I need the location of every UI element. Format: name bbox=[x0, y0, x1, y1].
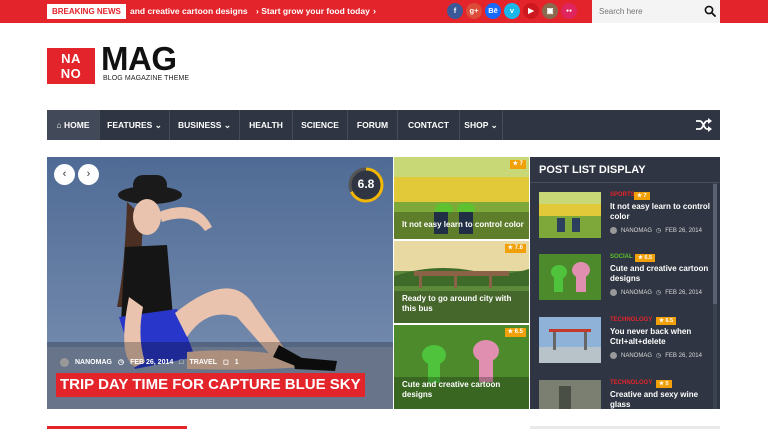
comment-icon: ◻ bbox=[222, 359, 229, 366]
search-icon[interactable] bbox=[704, 5, 716, 17]
ticker-item[interactable]: and creative cartoon designs bbox=[130, 6, 248, 16]
tile-title[interactable]: It not easy learn to control color bbox=[402, 220, 524, 230]
post-title[interactable]: You never back when Ctrl+alt+delete bbox=[610, 327, 720, 347]
featured-meta: NANOMAG ◷ FEB 26, 2014 □ TRAVEL ◻ 1 bbox=[60, 356, 239, 368]
search-box bbox=[592, 0, 720, 23]
author-name[interactable]: NANOMAG bbox=[621, 353, 652, 359]
youtube-icon[interactable]: ▶ bbox=[523, 3, 539, 19]
news-ticker[interactable]: and creative cartoon designs › Start gro… bbox=[130, 4, 376, 19]
post-thumbnail[interactable] bbox=[539, 317, 601, 363]
behance-icon[interactable]: Bē bbox=[485, 3, 501, 19]
main-nav: ⌂ HOME FEATURES ⌄ BUSINESS ⌄ HEALTH SCIE… bbox=[47, 110, 720, 140]
ticker-item[interactable]: › Start grow your food today bbox=[256, 6, 370, 16]
post-title[interactable]: Cute and creative cartoon designs bbox=[610, 264, 720, 284]
comment-count[interactable]: 1 bbox=[235, 359, 239, 366]
panel-title: POST LIST DISPLAY bbox=[539, 164, 646, 176]
grid-tile[interactable]: ★ 7.6 Ready to go around city with this … bbox=[394, 241, 529, 323]
slide-prev-button[interactable]: ‹ bbox=[54, 164, 75, 185]
logo-mark-line: NA bbox=[61, 51, 81, 66]
author-avatar bbox=[60, 357, 69, 367]
social-links: f g+ Bē v ▶ ▣ ●● bbox=[447, 3, 577, 20]
post-meta: NANOMAG ◷ FEB 26, 2014 bbox=[610, 227, 702, 234]
author-name[interactable]: NANOMAG bbox=[621, 290, 652, 296]
post-date: FEB 26, 2014 bbox=[665, 289, 702, 296]
rating-badge: ★ 5 bbox=[656, 380, 672, 388]
post-date: FEB 26, 2014 bbox=[130, 358, 174, 366]
author-name[interactable]: NANOMAG bbox=[75, 359, 112, 366]
post-date: FEB 26, 2014 bbox=[665, 227, 702, 234]
post-list-panel: POST LIST DISPLAY SPORTS ★ 7 It not easy… bbox=[530, 157, 720, 409]
nav-item-forum[interactable]: FORUM bbox=[348, 110, 398, 140]
nav-item-business[interactable]: BUSINESS ⌄ bbox=[170, 110, 240, 140]
post-thumbnail[interactable] bbox=[539, 192, 601, 238]
tile-title[interactable]: Cute and creative cartoon designs bbox=[402, 380, 524, 400]
post-meta: NANOMAG ◷ FEB 26, 2014 bbox=[610, 289, 702, 296]
post-date: FEB 26, 2014 bbox=[665, 352, 702, 359]
rating-badge: ★ 6.5 bbox=[635, 254, 656, 262]
list-item[interactable]: SOCIAL ★ 6.5 Cute and creative cartoon d… bbox=[539, 254, 717, 310]
nav-item-health[interactable]: HEALTH bbox=[240, 110, 293, 140]
author-name[interactable]: NANOMAG bbox=[621, 228, 652, 234]
grid-tile[interactable]: ★ 6.5 Cute and creative cartoon designs bbox=[394, 325, 529, 409]
ticker-next-icon[interactable]: › bbox=[373, 4, 376, 19]
clock-icon: ◷ bbox=[656, 228, 662, 234]
rating-badge: ★ 6.5 bbox=[656, 317, 677, 325]
author-avatar bbox=[610, 227, 617, 234]
post-category[interactable]: SOCIAL bbox=[610, 254, 633, 260]
clock-icon: ◷ bbox=[656, 290, 662, 296]
author-avatar bbox=[610, 289, 617, 296]
post-meta: NANOMAG ◷ FEB 26, 2014 bbox=[610, 352, 702, 359]
post-title[interactable]: It not easy learn to control color bbox=[610, 202, 720, 222]
rating-badge: ★ 7.6 bbox=[504, 244, 526, 253]
flickr-icon[interactable]: ●● bbox=[561, 3, 577, 19]
list-item[interactable]: TECHNOLOGY ★ 6.5 You never back when Ctr… bbox=[539, 317, 717, 373]
nav-item-features[interactable]: FEATURES ⌄ bbox=[100, 110, 170, 140]
shuffle-icon[interactable] bbox=[695, 117, 712, 133]
search-input[interactable] bbox=[592, 0, 696, 23]
google-plus-icon[interactable]: g+ bbox=[466, 3, 482, 19]
rating-badge: ★ 7 bbox=[509, 160, 526, 169]
post-category[interactable]: TRAVEL bbox=[190, 359, 217, 366]
nav-item-science[interactable]: SCIENCE bbox=[293, 110, 348, 140]
tile-title[interactable]: Ready to go around city with this bus bbox=[402, 294, 524, 314]
list-item[interactable]: SPORTS ★ 7 It not easy learn to control … bbox=[539, 192, 717, 248]
featured-slide[interactable] bbox=[47, 157, 393, 409]
author-avatar bbox=[610, 352, 617, 359]
post-thumbnail[interactable] bbox=[539, 254, 601, 300]
featured-image bbox=[47, 157, 393, 409]
post-category[interactable]: TECHNOLOGY bbox=[610, 380, 652, 386]
panel-scrollbar-thumb[interactable] bbox=[713, 184, 717, 304]
facebook-icon[interactable]: f bbox=[447, 3, 463, 19]
rating-badge: ★ 7 bbox=[634, 192, 650, 200]
clock-icon: ◷ bbox=[656, 353, 662, 359]
instagram-icon[interactable]: ▣ bbox=[542, 3, 558, 19]
post-title[interactable]: Creative and sexy wine glass bbox=[610, 390, 720, 409]
logo-text[interactable]: MAG bbox=[101, 41, 177, 77]
logo-mark-line: NO bbox=[60, 66, 82, 81]
featured-title[interactable]: TRIP DAY TIME FOR CAPTURE BLUE SKY bbox=[56, 373, 365, 397]
slide-next-button[interactable]: › bbox=[78, 164, 99, 185]
logo-mark[interactable]: NA NO bbox=[47, 48, 95, 84]
list-item[interactable]: TECHNOLOGY ★ 5 Creative and sexy wine gl… bbox=[539, 380, 717, 409]
grid-tile[interactable]: ★ 7 It not easy learn to control color bbox=[394, 157, 529, 239]
breaking-news-label: BREAKING NEWS bbox=[47, 4, 126, 19]
post-category[interactable]: SPORTS bbox=[610, 192, 635, 198]
folder-icon: □ bbox=[179, 358, 184, 366]
rating-badge: ★ 6.5 bbox=[504, 328, 526, 337]
nav-item-home[interactable]: ⌂ HOME bbox=[47, 110, 100, 140]
clock-icon: ◷ bbox=[117, 359, 125, 366]
post-category[interactable]: TECHNOLOGY bbox=[610, 317, 652, 323]
vimeo-icon[interactable]: v bbox=[504, 3, 520, 19]
review-score: 6.8 bbox=[357, 177, 375, 191]
nav-item-shop[interactable]: SHOP ⌄ bbox=[460, 110, 503, 140]
nav-item-contact[interactable]: CONTACT bbox=[398, 110, 460, 140]
post-thumbnail[interactable] bbox=[539, 380, 601, 409]
logo-tagline: BLOG MAGAZINE THEME bbox=[103, 75, 190, 82]
panel-divider bbox=[530, 182, 720, 183]
